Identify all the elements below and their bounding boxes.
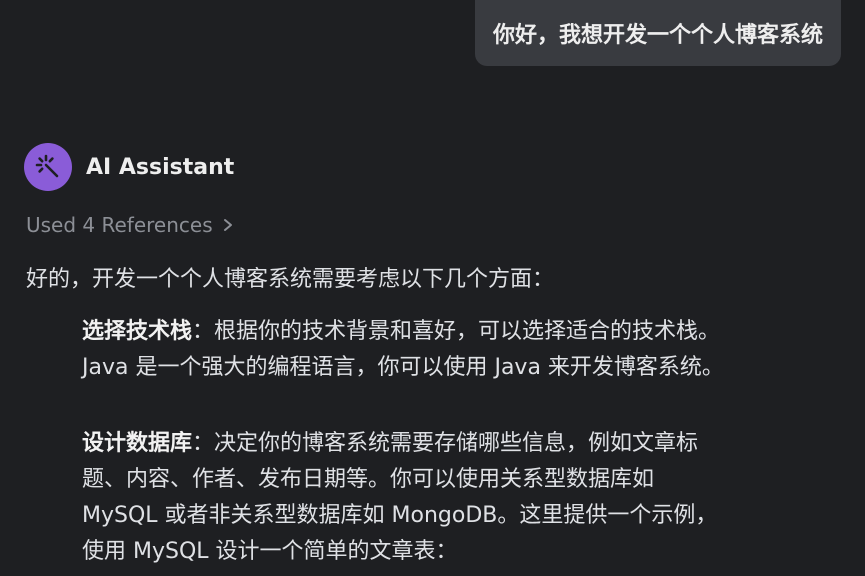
- list-item: 设计数据库：决定你的博客系统需要存储哪些信息，例如文章标 题、内容、作者、发布日…: [82, 426, 842, 570]
- point-text: Java 是一个强大的编程语言，你可以使用 Java 来开发博客系统。: [82, 355, 724, 380]
- assistant-intro-text: 好的，开发一个个人博客系统需要考虑以下几个方面：: [26, 267, 555, 292]
- assistant-header: AI Assistant: [24, 142, 234, 192]
- point-text: 决定你的博客系统需要存储哪些信息，例如文章标: [214, 431, 699, 456]
- point-title: 设计数据库: [82, 431, 193, 456]
- chat-window: 你好，我想开发一个个人博客系统 AI Assistant Used 4 Refe…: [0, 0, 865, 576]
- user-message-text: 你好，我想开发一个个人博客系统: [492, 23, 823, 48]
- point-text: 根据你的技术背景和喜好，可以选择适合的技术栈。: [214, 319, 721, 344]
- point-text: 题、内容、作者、发布日期等。你可以使用关系型数据库如: [82, 467, 655, 492]
- assistant-avatar: [24, 143, 72, 191]
- point-text: 使用 MySQL 设计一个简单的文章表：: [82, 539, 458, 564]
- chevron-right-icon: [223, 218, 233, 232]
- user-message-bubble: 你好，我想开发一个个人博客系统: [474, 0, 841, 66]
- assistant-name: AI Assistant: [86, 154, 235, 180]
- magic-wand-icon: [35, 154, 59, 178]
- list-item: 选择技术栈：根据你的技术背景和喜好，可以选择适合的技术栈。 Java 是一个强大…: [82, 314, 842, 386]
- point-line: 选择技术栈：根据你的技术背景和喜好，可以选择适合的技术栈。: [82, 314, 842, 350]
- point-line: 设计数据库：决定你的博客系统需要存储哪些信息，例如文章标: [82, 426, 842, 462]
- point-title: 选择技术栈: [82, 319, 193, 344]
- point-separator: ：: [192, 319, 215, 344]
- references-toggle[interactable]: Used 4 References: [26, 211, 233, 239]
- point-text: MySQL 或者非关系型数据库如 MongoDB。这里提供一个示例，: [82, 503, 718, 528]
- point-separator: ：: [192, 431, 215, 456]
- references-label: Used 4 References: [26, 213, 213, 237]
